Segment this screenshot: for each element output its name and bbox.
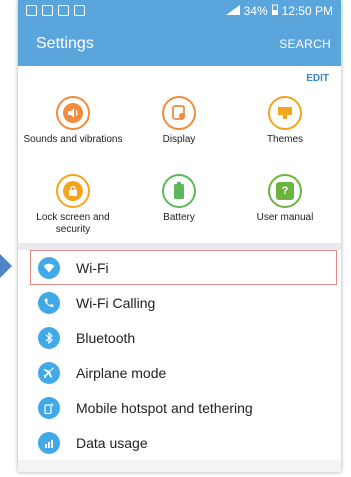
settings-item-label: Airplane mode — [76, 364, 167, 381]
settings-item-wifi[interactable]: Wi-Fi — [30, 250, 337, 285]
tile-label: Display — [162, 134, 196, 145]
data-usage-icon — [38, 431, 60, 454]
tile-label: Battery — [163, 212, 195, 223]
section-divider — [18, 243, 341, 250]
tile-sounds-and-vibrations[interactable]: Sounds and vibrations — [18, 96, 128, 146]
airplane-icon — [38, 361, 60, 384]
battery-icon — [169, 181, 189, 201]
tile-themes[interactable]: Themes — [230, 96, 340, 146]
speaker-icon — [63, 103, 83, 123]
wifi-icon — [38, 256, 60, 279]
pointer-arrow-icon — [0, 254, 12, 278]
notification-icons — [26, 5, 85, 16]
tile-user-manual[interactable]: ? User manual — [230, 174, 340, 224]
settings-item-label: Wi-Fi Calling — [76, 294, 156, 311]
notification-icon — [26, 5, 37, 16]
tile-lock-screen-and-security[interactable]: Lock screen and security — [18, 174, 128, 236]
settings-item-label: Mobile hotspot and tethering — [76, 399, 253, 416]
settings-item-mobile-hotspot[interactable]: Mobile hotspot and tethering — [18, 390, 341, 425]
display-icon — [169, 103, 189, 123]
edit-button[interactable]: EDIT — [306, 73, 329, 84]
tile-battery[interactable]: Battery — [124, 174, 234, 224]
bluetooth-icon — [38, 326, 60, 349]
settings-item-airplane-mode[interactable]: Airplane mode — [18, 355, 341, 390]
tile-label: User manual — [256, 212, 314, 223]
search-button[interactable]: SEARCH — [279, 37, 331, 51]
battery-icon — [271, 4, 278, 18]
wifi-calling-icon — [38, 291, 60, 314]
notification-icon — [74, 5, 85, 16]
notification-icon — [42, 5, 53, 16]
page-title: Settings — [36, 34, 94, 52]
user-manual-icon: ? — [276, 182, 294, 200]
tile-display[interactable]: Display — [124, 96, 234, 146]
settings-item-label: Data usage — [76, 434, 148, 451]
settings-list: Wi-Fi Wi-Fi Calling Bluetooth Airplane m… — [18, 250, 341, 460]
tile-label: Sounds and vibrations — [23, 134, 123, 145]
signal-icon — [225, 4, 240, 18]
app-bar: Settings SEARCH — [18, 21, 341, 66]
tile-label: Lock screen and security — [36, 212, 110, 235]
notification-icon — [58, 5, 69, 16]
hotspot-icon — [38, 396, 60, 419]
phone-screen: 34% 12:50 PM Settings SEARCH EDIT Sounds… — [18, 0, 341, 472]
themes-icon — [275, 103, 295, 123]
settings-item-wifi-calling[interactable]: Wi-Fi Calling — [18, 285, 341, 320]
settings-item-data-usage[interactable]: Data usage — [18, 425, 341, 460]
settings-item-bluetooth[interactable]: Bluetooth — [18, 320, 341, 355]
clock: 12:50 PM — [281, 3, 333, 18]
quick-settings-panel: EDIT Sounds and vibrations Display Theme… — [18, 66, 341, 243]
tile-label: Themes — [266, 134, 304, 145]
status-bar: 34% 12:50 PM — [18, 0, 341, 21]
settings-item-label: Wi-Fi — [76, 259, 109, 276]
lock-icon — [63, 181, 83, 201]
settings-item-label: Bluetooth — [76, 329, 136, 346]
battery-percent: 34% — [243, 3, 268, 18]
